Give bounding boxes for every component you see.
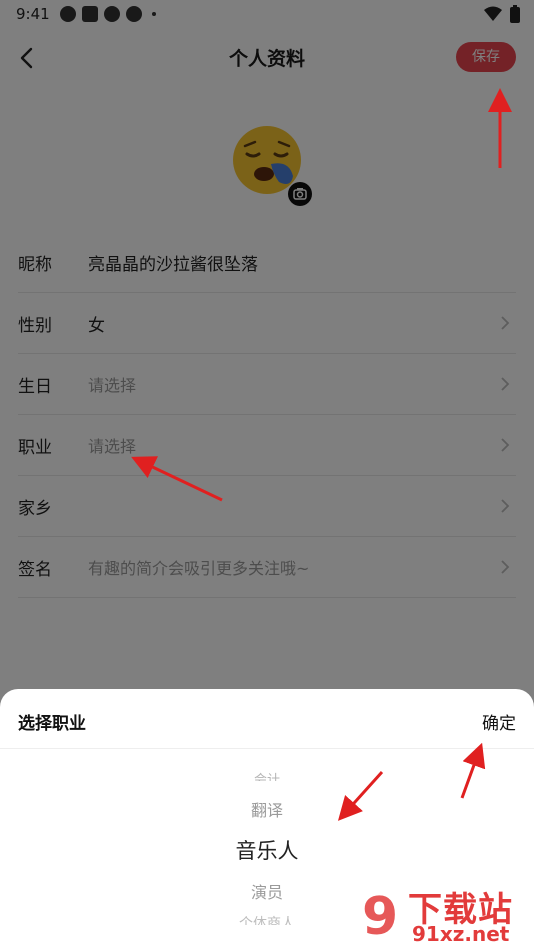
svg-text:9: 9 (362, 887, 398, 946)
watermark-domain: 91xz.net (412, 922, 510, 946)
sheet-title: 选择职业 (18, 714, 86, 734)
site-watermark: 9 下载站 91xz.net (360, 880, 534, 950)
divider (0, 748, 534, 749)
watermark-logo-icon: 9 (362, 887, 398, 946)
picker-selected-option[interactable]: 音乐人 (0, 835, 534, 865)
confirm-button[interactable]: 确定 (482, 709, 516, 734)
picker-option[interactable]: 会计 (0, 769, 534, 781)
picker-option[interactable]: 翻译 (0, 797, 534, 821)
